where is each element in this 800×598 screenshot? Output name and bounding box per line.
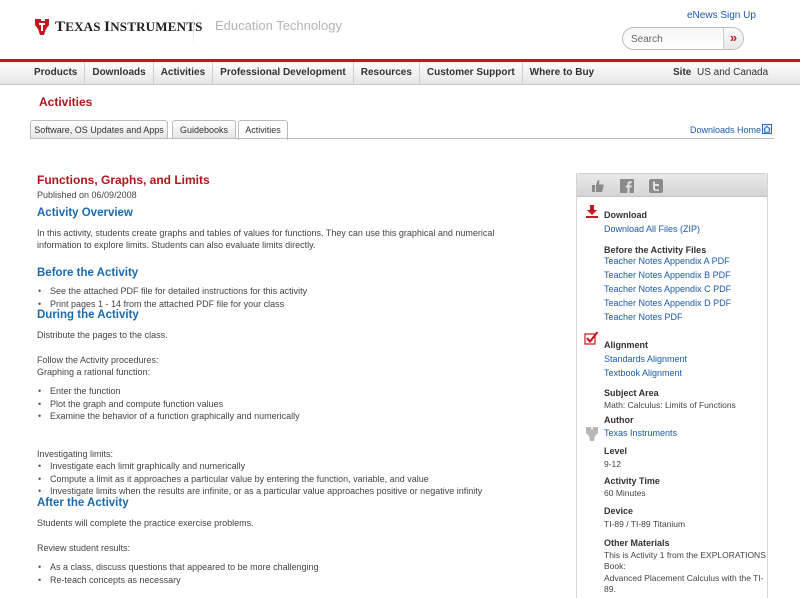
author-link[interactable]: Texas Instruments bbox=[604, 428, 677, 438]
sidebar: Download Download All Files (ZIP) Before… bbox=[576, 173, 768, 598]
after-heading: After the Activity bbox=[37, 497, 129, 509]
checkbox-icon bbox=[584, 331, 599, 345]
list-item: Examine the behavior of a function graph… bbox=[37, 410, 300, 423]
nav-item-resources[interactable]: Resources bbox=[354, 62, 420, 84]
search-button[interactable]: » bbox=[723, 28, 743, 49]
site-label: Site bbox=[673, 67, 692, 78]
site-selector[interactable]: US and Canada bbox=[697, 62, 768, 84]
during-graphing: Graphing a rational function: bbox=[37, 367, 151, 377]
share-bar bbox=[577, 173, 767, 197]
alignment-heading: Alignment bbox=[604, 340, 648, 350]
other-materials-line-3: Advanced Placement Calculus with the TI- bbox=[604, 573, 764, 583]
list-item: Investigate each limit graphically and n… bbox=[37, 460, 482, 473]
list-item: Investigate limits when the results are … bbox=[37, 485, 482, 498]
tabs-divider bbox=[30, 138, 774, 139]
ti-logo[interactable]: TEXAS INSTRUMENTS bbox=[33, 17, 203, 37]
download-heading: Download bbox=[604, 210, 647, 220]
list-item: Enter the function bbox=[37, 385, 300, 398]
file-link-teacher-notes[interactable]: Teacher Notes PDF bbox=[604, 312, 683, 322]
tab-software[interactable]: Software, OS Updates and Apps bbox=[30, 120, 168, 139]
tab-activities[interactable]: Activities bbox=[238, 120, 288, 140]
tab-guidebooks[interactable]: Guidebooks bbox=[172, 120, 236, 139]
header-divider bbox=[193, 10, 194, 46]
investigating-list: Investigate each limit graphically and n… bbox=[37, 460, 482, 498]
list-item: Plot the graph and compute function valu… bbox=[37, 398, 300, 411]
nav-item-professional-development[interactable]: Professional Development bbox=[213, 62, 354, 84]
like-icon[interactable] bbox=[591, 179, 605, 193]
ti-author-icon bbox=[586, 427, 598, 441]
list-item: As a class, discuss questions that appea… bbox=[37, 561, 319, 574]
file-link-appendix-c[interactable]: Teacher Notes Appendix C PDF bbox=[604, 284, 731, 294]
author-heading: Author bbox=[604, 415, 634, 425]
during-heading: During the Activity bbox=[37, 309, 139, 321]
list-item: Re-teach concepts as necessary bbox=[37, 574, 319, 587]
nav-item-activities[interactable]: Activities bbox=[154, 62, 214, 84]
device-heading: Device bbox=[604, 506, 634, 516]
other-materials-line-2: Book: bbox=[604, 561, 626, 571]
nav-item-downloads[interactable]: Downloads bbox=[85, 62, 154, 84]
section-title: Activities bbox=[39, 95, 93, 109]
enews-signup-link[interactable]: eNews Sign Up bbox=[687, 10, 756, 21]
downloads-home-link[interactable]: Downloads Home bbox=[690, 125, 761, 135]
device-value: TI-89 / TI-89 Titanium bbox=[604, 519, 686, 529]
overview-line-1: In this activity, students create graphs… bbox=[37, 228, 495, 238]
nav-item-customer-support[interactable]: Customer Support bbox=[420, 62, 523, 84]
download-icon bbox=[586, 205, 598, 218]
graphing-list: Enter the function Plot the graph and co… bbox=[37, 385, 300, 423]
textbook-alignment-link[interactable]: Textbook Alignment bbox=[604, 368, 682, 378]
level-heading: Level bbox=[604, 446, 628, 456]
before-heading: Before the Activity bbox=[37, 267, 139, 279]
twitter-icon[interactable] bbox=[649, 179, 663, 193]
subject-value: Math: Calculus: Limits of Functions bbox=[604, 400, 736, 410]
investigating-label: Investigating limits: bbox=[37, 449, 114, 459]
download-all-link[interactable]: Download All Files (ZIP) bbox=[604, 224, 700, 234]
before-files-heading: Before the Activity Files bbox=[604, 245, 707, 255]
after-review: Review student results: bbox=[37, 543, 131, 553]
standards-alignment-link[interactable]: Standards Alignment bbox=[604, 354, 687, 364]
file-link-appendix-a[interactable]: Teacher Notes Appendix A PDF bbox=[604, 256, 730, 266]
after-list: As a class, discuss questions that appea… bbox=[37, 561, 319, 586]
main-nav: Products Downloads Activities Profession… bbox=[0, 59, 800, 85]
file-link-appendix-d[interactable]: Teacher Notes Appendix D PDF bbox=[604, 298, 731, 308]
site-header: TEXAS INSTRUMENTS Education Technology e… bbox=[0, 0, 800, 58]
nav-item-where-to-buy[interactable]: Where to Buy bbox=[523, 62, 601, 84]
subject-heading: Subject Area bbox=[604, 388, 659, 398]
time-value: 60 Minutes bbox=[604, 488, 646, 498]
after-intro: Students will complete the practice exer… bbox=[37, 518, 254, 528]
list-item: Compute a limit as it approaches a parti… bbox=[37, 473, 482, 486]
nav-item-products[interactable]: Products bbox=[27, 62, 86, 84]
search-input[interactable] bbox=[631, 31, 721, 47]
activity-title: Functions, Graphs, and Limits bbox=[37, 173, 210, 187]
home-icon[interactable] bbox=[762, 124, 772, 134]
overview-heading: Activity Overview bbox=[37, 207, 133, 219]
time-heading: Activity Time bbox=[604, 476, 660, 486]
published-date: Published on 06/09/2008 bbox=[37, 190, 137, 200]
facebook-icon[interactable] bbox=[620, 179, 634, 193]
other-materials-heading: Other Materials bbox=[604, 538, 670, 548]
during-intro: Distribute the pages to the class. bbox=[37, 330, 168, 340]
before-list: See the attached PDF file for detailed i… bbox=[37, 285, 307, 310]
ti-logo-icon bbox=[35, 19, 49, 35]
during-follow: Follow the Activity procedures: bbox=[37, 355, 159, 365]
overview-line-2: information to explore limits. Students … bbox=[37, 240, 316, 250]
other-materials-line-1: This is Activity 1 from the EXPLORATIONS bbox=[604, 550, 766, 560]
list-item: See the attached PDF file for detailed i… bbox=[37, 285, 307, 298]
level-value: 9-12 bbox=[604, 459, 622, 469]
file-link-appendix-b[interactable]: Teacher Notes Appendix B PDF bbox=[604, 270, 731, 280]
ti-logo-text: TEXAS INSTRUMENTS bbox=[55, 18, 203, 35]
other-materials-line-4: 89. bbox=[604, 584, 616, 594]
search-box: » bbox=[622, 27, 744, 50]
division-title: Education Technology bbox=[215, 18, 342, 33]
